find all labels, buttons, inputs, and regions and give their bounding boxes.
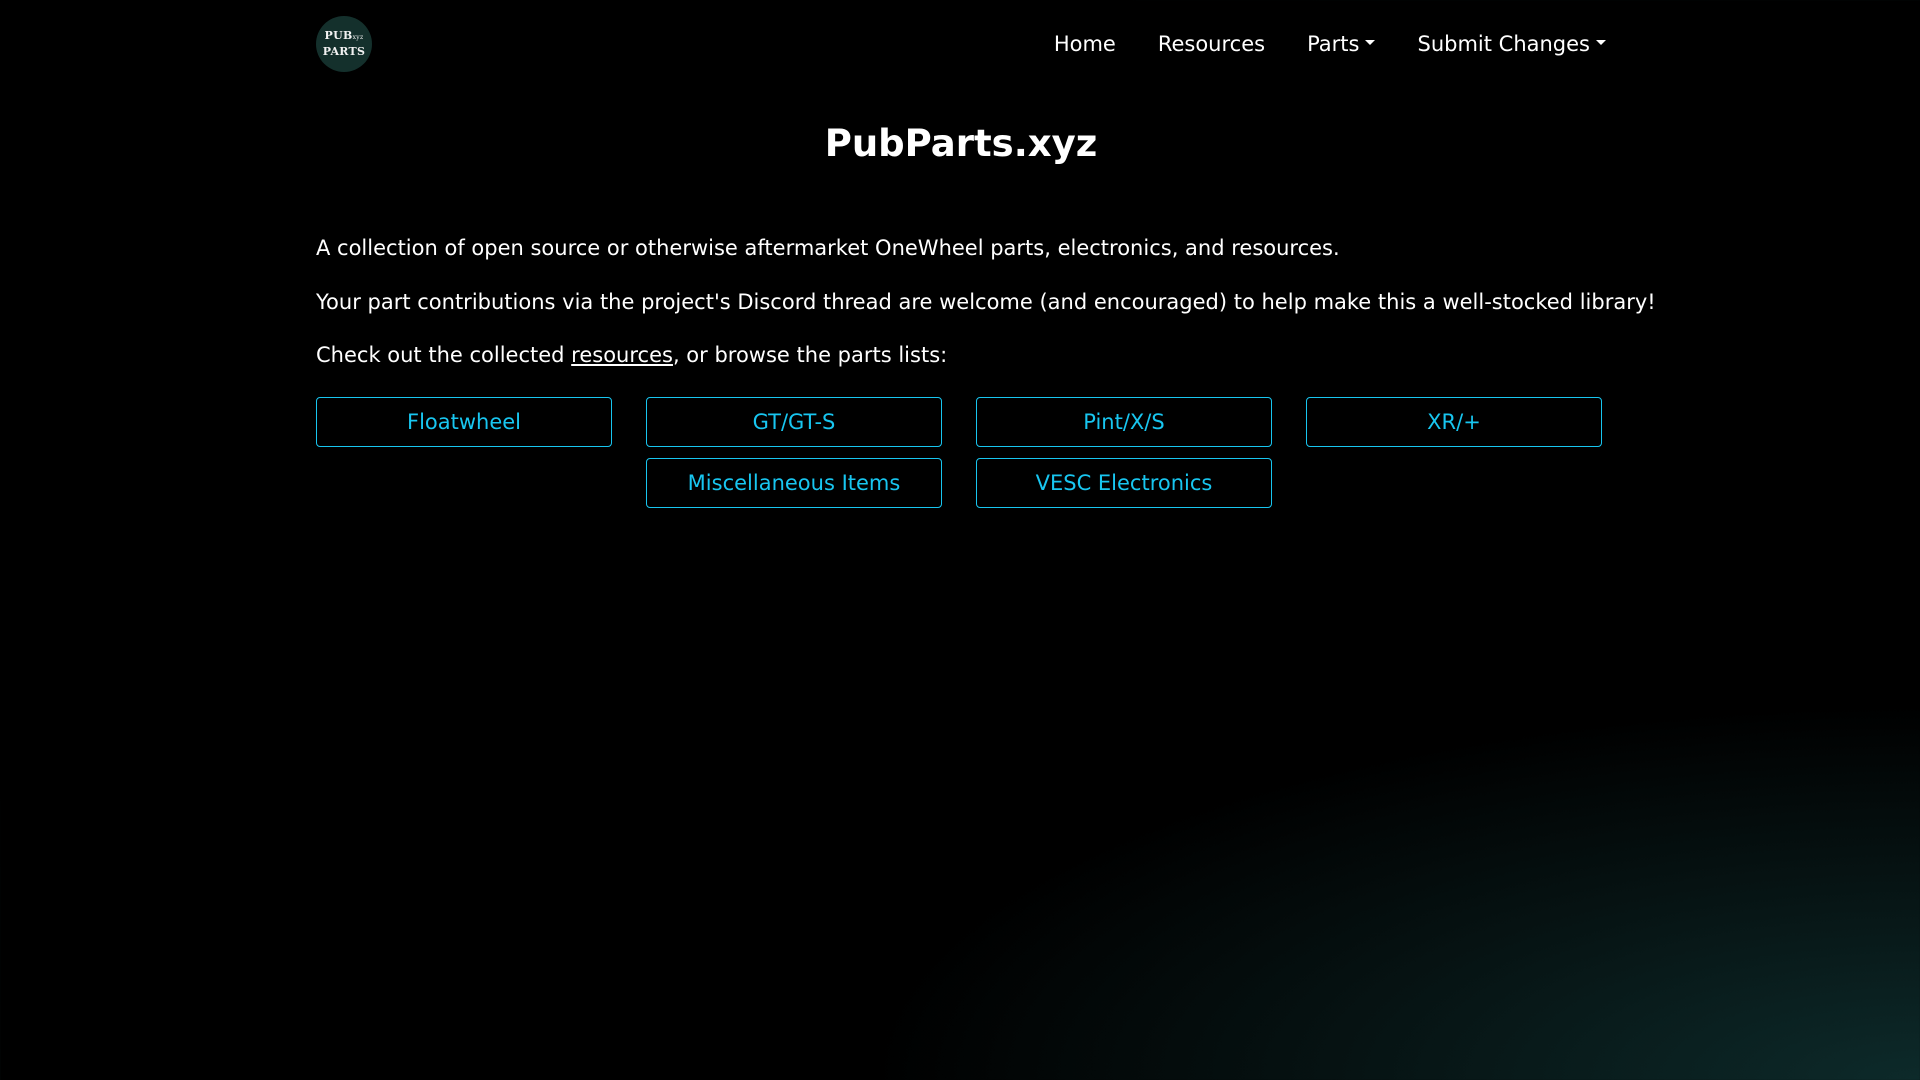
site-logo[interactable]: PUBxyz PARTS bbox=[316, 16, 372, 72]
page-title: PubParts.xyz bbox=[824, 122, 1098, 165]
caret-down-icon bbox=[1596, 39, 1606, 45]
contribution-text: Your part contributions via the project'… bbox=[316, 290, 1656, 314]
nav-item-submit-changes-dropdown[interactable]: Submit Changes bbox=[1417, 32, 1606, 56]
gt-gts-button[interactable]: GT/GT-S bbox=[646, 397, 942, 447]
navbar: PUBxyz PARTS Home Resources Parts Submit… bbox=[316, 0, 1606, 88]
pint-x-s-button[interactable]: Pint/X/S bbox=[976, 397, 1272, 447]
logo-text-line2: PARTS bbox=[322, 45, 366, 58]
intro-text: A collection of open source or otherwise… bbox=[316, 236, 1340, 260]
logo-text-line1: PUBxyz bbox=[324, 29, 364, 42]
parts-list-buttons: Floatwheel GT/GT-S Pint/X/S XR/+ Miscell… bbox=[316, 396, 1606, 508]
resources-link[interactable]: resources bbox=[571, 343, 673, 367]
nav-item-resources[interactable]: Resources bbox=[1158, 32, 1265, 56]
miscellaneous-items-button[interactable]: Miscellaneous Items bbox=[646, 458, 942, 508]
nav-item-home[interactable]: Home bbox=[1054, 32, 1116, 56]
vesc-electronics-button[interactable]: VESC Electronics bbox=[976, 458, 1272, 508]
nav-links: Home Resources Parts Submit Changes bbox=[1054, 26, 1606, 62]
floatwheel-button[interactable]: Floatwheel bbox=[316, 397, 612, 447]
xr-plus-button[interactable]: XR/+ bbox=[1306, 397, 1602, 447]
nav-item-parts-dropdown[interactable]: Parts bbox=[1307, 32, 1376, 56]
caret-down-icon bbox=[1365, 39, 1376, 45]
browse-text: Check out the collected resources, or br… bbox=[316, 343, 948, 367]
